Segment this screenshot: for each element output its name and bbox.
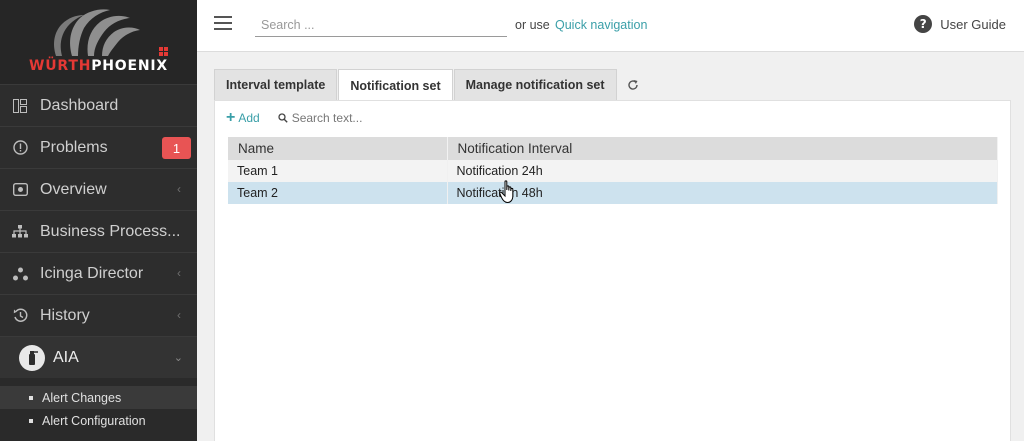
plus-icon: + <box>226 109 236 126</box>
phoenix-logo-icon <box>54 9 140 56</box>
sitemap-icon <box>12 224 28 240</box>
tab-manage-notification-set[interactable]: Manage notification set <box>453 69 617 100</box>
notification-set-table: Name Notification Interval Team 1 Notifi… <box>228 137 998 204</box>
sidebar-item-dashboard[interactable]: Dashboard <box>0 84 197 126</box>
top-header: or use Quick navigation ? User Guide <box>197 0 1024 52</box>
hamburger-menu-icon[interactable] <box>214 16 232 30</box>
user-guide-link[interactable]: ? User Guide <box>914 15 1006 33</box>
sidebar-item-label: Dashboard <box>40 96 119 114</box>
submenu-item-label: Alert Configuration <box>42 413 146 428</box>
table-row[interactable]: Team 1 Notification 24h <box>228 160 998 182</box>
sidebar-item-history[interactable]: History ‹ <box>0 294 197 336</box>
bullet-icon <box>29 395 33 400</box>
global-search-input[interactable] <box>255 14 507 36</box>
logo-dots-icon <box>159 47 168 56</box>
dashboard-icon <box>12 98 28 114</box>
chevron-left-icon: ‹ <box>177 308 181 322</box>
global-search <box>255 14 507 37</box>
table-row-selected[interactable]: Team 2 Notification 48h <box>228 182 998 204</box>
column-header-notification-interval[interactable]: Notification Interval <box>447 137 998 160</box>
aia-icon <box>19 344 45 371</box>
app-window: WÜRTHPHOENIX Dashboard Problems 1 Overvi… <box>0 0 1024 441</box>
submenu-item-alert-configuration[interactable]: Alert Configuration <box>0 409 197 432</box>
table-search <box>278 111 432 125</box>
history-icon <box>12 308 28 324</box>
problems-count-badge: 1 <box>162 137 191 159</box>
search-icon <box>278 113 288 123</box>
sidebar-item-label: AIA <box>53 348 79 366</box>
quick-navigation-link[interactable]: Quick navigation <box>555 18 647 32</box>
submenu-item-label: Alert Changes <box>42 390 122 405</box>
table-header-row: Name Notification Interval <box>228 137 998 160</box>
chevron-left-icon: ‹ <box>177 266 181 280</box>
cell-name: Team 1 <box>228 160 448 182</box>
sidebar-item-label: Overview <box>40 180 107 198</box>
tab-bar: Interval template Notification set Manag… <box>214 69 649 101</box>
sidebar-item-business-process[interactable]: Business Process... <box>0 210 197 252</box>
sidebar-item-overview[interactable]: Overview ‹ <box>0 168 197 210</box>
table-search-input[interactable] <box>291 111 432 125</box>
cell-notification-interval: Notification 24h <box>447 160 998 182</box>
eye-icon <box>12 182 28 198</box>
submenu-item-alert-changes[interactable]: Alert Changes <box>0 386 197 409</box>
sidebar-item-label: History <box>40 306 90 324</box>
sidebar-item-problems[interactable]: Problems 1 <box>0 126 197 168</box>
director-icon <box>12 266 28 282</box>
content-panel: + Add Name Notification Interval Team 1 … <box>214 100 1011 441</box>
chevron-down-icon: ⌄ <box>173 352 183 364</box>
brand-name: WÜRTHPHOENIX <box>0 58 197 74</box>
cell-notification-interval: Notification 48h <box>447 182 998 204</box>
user-guide-label: User Guide <box>940 16 1006 32</box>
aia-submenu: Alert Changes Alert Configuration <box>0 378 197 441</box>
add-button-label: Add <box>238 111 260 125</box>
chevron-left-icon: ‹ <box>177 182 181 196</box>
alert-circle-icon <box>12 140 28 156</box>
column-header-name[interactable]: Name <box>228 137 448 160</box>
tab-interval-template[interactable]: Interval template <box>214 69 338 100</box>
brand-name-red: WÜRTH <box>29 58 92 74</box>
or-use-text: or use <box>515 18 550 32</box>
sidebar-item-label: Business Process... <box>40 222 181 240</box>
add-button[interactable]: + Add <box>226 110 260 126</box>
bullet-icon <box>29 418 33 423</box>
brand-name-white: PHOENIX <box>91 58 168 74</box>
sidebar-item-label: Icinga Director <box>40 264 144 282</box>
cell-name: Team 2 <box>228 182 448 204</box>
tab-notification-set[interactable]: Notification set <box>338 69 453 101</box>
sidebar-item-icinga-director[interactable]: Icinga Director ‹ <box>0 252 197 294</box>
table-toolbar: + Add <box>226 109 432 127</box>
brand-logo[interactable]: WÜRTHPHOENIX <box>0 0 197 84</box>
sidebar: WÜRTHPHOENIX Dashboard Problems 1 Overvi… <box>0 0 197 441</box>
sidebar-item-label: Problems <box>40 138 108 156</box>
refresh-icon[interactable] <box>618 69 648 100</box>
sidebar-item-aia[interactable]: AIA ⌄ <box>0 336 197 378</box>
question-circle-icon: ? <box>914 15 933 33</box>
